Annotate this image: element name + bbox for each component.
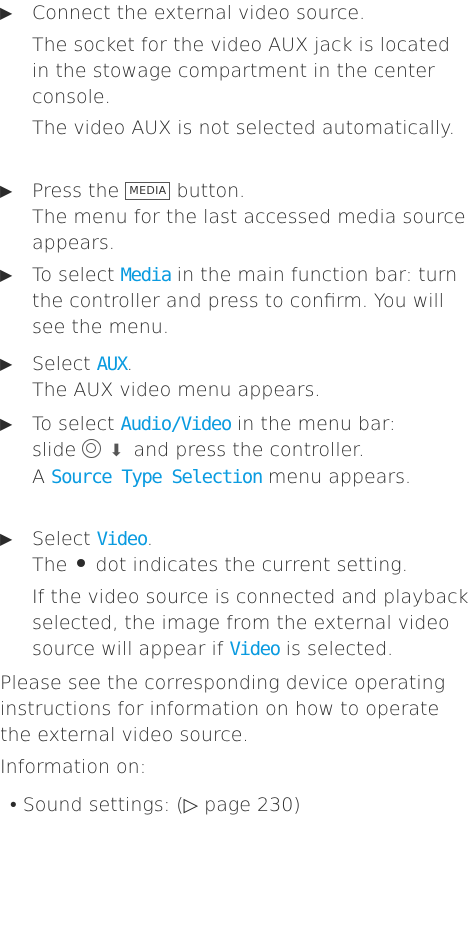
step-select-aux: ▶ Select AUX. The AUX video menu appears… (0, 351, 470, 403)
media-key: MEDIA (125, 181, 171, 200)
slide-down-arrow-icon: ⬇ (109, 441, 124, 462)
step-body: Select AUX. The AUX video menu appears. (32, 351, 470, 403)
controller-icon (82, 439, 102, 459)
step-arrow-icon: ▶ (0, 3, 13, 22)
playback-paragraph: If the video source is connected and pla… (32, 584, 472, 662)
step-text: . (146, 528, 153, 551)
menu-term-audio-video: Audio/Video (120, 413, 233, 436)
selected-dot-icon (77, 559, 86, 568)
step-text: . (126, 353, 133, 376)
step-text: Select (32, 528, 91, 551)
step-result: The AUX video menu appears. (32, 379, 321, 402)
step-arrow-icon: ▶ (0, 354, 13, 374)
step-connect-source: ▶ Connect the external video source. (0, 0, 470, 26)
menu-term-video: Video (229, 638, 282, 660)
information-on-label: Information on: (0, 755, 147, 778)
menu-term-source-type-selection: Source Type Selection (51, 466, 263, 489)
not-automatic-paragraph: The video AUX is not selected automatica… (32, 117, 455, 140)
step-result: The (32, 554, 68, 577)
bullet-mark: • (10, 794, 17, 816)
step-result: The menu for the last accessed media sou… (32, 205, 466, 254)
step-text: To select (32, 263, 115, 286)
operating-instructions-paragraph: Please see the corresponding device oper… (0, 672, 446, 747)
step-text: To select (32, 413, 115, 436)
step-result: dot indicates the current setting. (95, 554, 408, 577)
manual-page: ▶ Connect the external video source. The… (0, 0, 472, 941)
step-result: menu appears. (267, 466, 412, 489)
bullet-item: • Sound settings: (▷ page 230) (10, 792, 472, 818)
menu-term-video: Video (96, 528, 149, 551)
step-text: in the menu bar: (237, 413, 396, 436)
step-arrow-icon: ▶ (0, 414, 13, 434)
paragraph-text: is selected. (285, 638, 394, 660)
socket-location-paragraph: The socket for the video AUX jack is loc… (32, 34, 450, 108)
step-arrow-icon: ▶ (0, 529, 13, 549)
step-body: To select Audio/Video in the menu bar: s… (32, 411, 470, 490)
step-body: To select Media in the main function bar… (32, 262, 470, 340)
step-text: Connect the external video source. (32, 2, 366, 24)
step-text: and press the controller. (133, 439, 365, 462)
step-body: Select Video. The dot indicates the curre… (32, 526, 470, 578)
step-press-media: ▶ Press the MEDIA button. The menu for t… (0, 178, 470, 256)
step-result: A (32, 466, 45, 489)
step-text: Press the (32, 179, 120, 202)
step-select-video: ▶ Select Video. The dot indicates the cur… (0, 526, 470, 578)
menu-term-media: Media (120, 263, 173, 286)
step-text: button. (176, 179, 246, 202)
step-select-audio-video: ▶ To select Audio/Video in the menu bar:… (0, 411, 470, 490)
menu-term-aux: AUX (96, 353, 129, 376)
step-arrow-icon: ▶ (0, 264, 13, 284)
bullet-text: Sound settings: (▷ page 230) (22, 794, 301, 816)
step-select-media: ▶ To select Media in the main function b… (0, 262, 470, 340)
step-text: Select (32, 353, 91, 376)
step-arrow-icon: ▶ (0, 180, 13, 200)
step-text: slide (32, 439, 77, 462)
step-body: Press the MEDIA button. The menu for the… (32, 178, 470, 256)
